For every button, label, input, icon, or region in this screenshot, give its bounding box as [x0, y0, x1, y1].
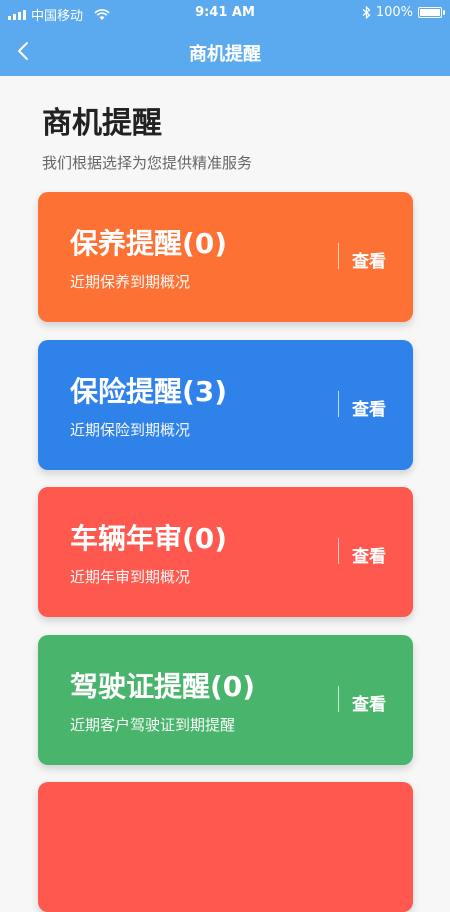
card-divider	[338, 686, 339, 712]
card-divider	[338, 243, 339, 269]
status-bar: 中国移动 9:41 AM 100%	[0, 0, 450, 26]
card-insurance-reminder[interactable]: 保险提醒(3) 近期保险到期概况 查看	[38, 340, 413, 470]
card-subtitle: 近期客户驾驶证到期提醒	[70, 716, 236, 734]
view-button[interactable]: 查看	[352, 542, 386, 567]
view-button[interactable]: 查看	[352, 690, 386, 715]
bluetooth-icon	[362, 6, 371, 19]
card-title: 保养提醒(0)	[70, 227, 228, 260]
card-title: 车辆年审(0)	[70, 522, 228, 555]
status-right: 100%	[362, 5, 445, 20]
card-title: 保险提醒(3)	[70, 375, 228, 408]
battery-icon	[418, 7, 445, 18]
page-subtitle: 我们根据选择为您提供精准服务	[42, 154, 253, 172]
nav-bar: 商机提醒	[0, 26, 450, 76]
battery-percent: 100%	[375, 5, 413, 20]
view-button[interactable]: 查看	[352, 247, 386, 272]
card-partial[interactable]	[38, 782, 413, 912]
page-title: 商机提醒	[42, 106, 162, 141]
card-subtitle: 近期年审到期概况	[70, 568, 191, 586]
nav-title: 商机提醒	[189, 44, 261, 65]
card-subtitle: 近期保养到期概况	[70, 273, 191, 291]
card-maintenance-reminder[interactable]: 保养提醒(0) 近期保养到期概况 查看	[38, 192, 413, 322]
card-subtitle: 近期保险到期概况	[70, 421, 191, 439]
card-annual-inspection[interactable]: 车辆年审(0) 近期年审到期概况 查看	[38, 487, 413, 617]
card-divider	[338, 391, 339, 417]
view-button[interactable]: 查看	[352, 395, 386, 420]
card-license-reminder[interactable]: 驾驶证提醒(0) 近期客户驾驶证到期提醒 查看	[38, 635, 413, 765]
card-divider	[338, 538, 339, 564]
card-title: 驾驶证提醒(0)	[70, 670, 256, 703]
